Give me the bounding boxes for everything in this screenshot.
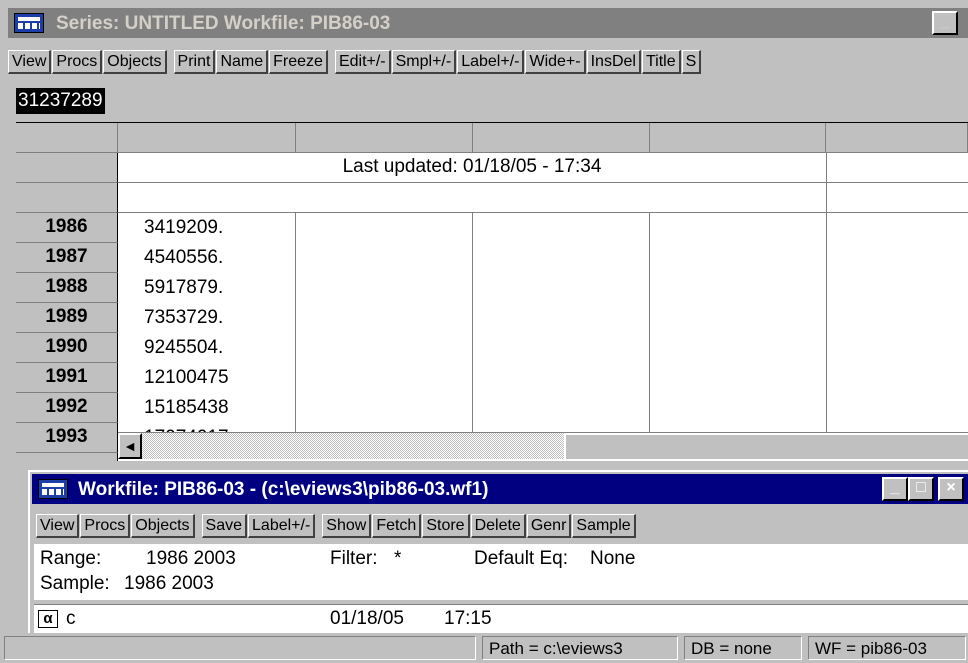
workfile-genr-button[interactable]: Genr — [526, 514, 572, 538]
column-header[interactable] — [826, 123, 968, 153]
series-spreadsheet[interactable]: Last updated: 01/18/05 - 17:34 1986 3419… — [16, 122, 968, 461]
status-bar: Path = c:\eviews3 DB = none WF = pib86-0… — [0, 633, 968, 663]
workfile-objects-button[interactable]: Objects — [131, 514, 195, 538]
workfile-close-button[interactable]: × — [938, 477, 964, 501]
workfile-titlebar[interactable]: Workfile: PIB86-03 - (c:\eviews3\pib86-0… — [32, 474, 968, 504]
row-header-year[interactable]: 1986 — [16, 213, 118, 243]
column-header[interactable] — [118, 123, 296, 153]
series-minimize-button[interactable]: _ — [932, 11, 958, 35]
last-updated-text: Last updated: 01/18/05 - 17:34 — [342, 156, 602, 177]
series-edit-button[interactable]: Edit+/- — [334, 50, 391, 74]
workfile-toolbar: View Procs Objects Save Label+/- Show Fetch Sto… — [36, 514, 637, 540]
row-header-year[interactable]: 1989 — [16, 303, 118, 333]
scrollbar-thumb[interactable] — [564, 433, 968, 459]
column-header[interactable] — [650, 123, 826, 153]
row-header[interactable] — [16, 153, 118, 183]
row-header[interactable] — [16, 453, 118, 461]
data-cell[interactable]: 5917879. — [144, 274, 223, 302]
status-db: DB = none — [684, 636, 802, 660]
status-message-panel — [4, 636, 476, 660]
data-cell[interactable]: 7353729. — [144, 304, 223, 332]
data-cell[interactable]: 4540556. — [144, 244, 223, 272]
workfile-show-button[interactable]: Show — [322, 514, 372, 538]
row-header-year[interactable]: 1992 — [16, 393, 118, 423]
workfile-save-button[interactable]: Save — [201, 514, 248, 538]
workfile-procs-button[interactable]: Procs — [80, 514, 131, 538]
status-wf: WF = pib86-03 — [808, 636, 966, 660]
column-header[interactable] — [296, 123, 473, 153]
series-view-button[interactable]: View — [8, 50, 52, 74]
eviews-window-icon[interactable] — [38, 479, 68, 499]
series-window: Series: UNTITLED Workfile: PIB86-03 _ Vi… — [0, 0, 968, 462]
default-eq-value: None — [590, 548, 636, 569]
filter-label: Filter: — [330, 548, 378, 569]
workfile-store-button[interactable]: Store — [422, 514, 470, 538]
series-name-button[interactable]: Name — [216, 50, 269, 74]
row-header-year[interactable]: 1990 — [16, 333, 118, 363]
eviews-window-icon[interactable] — [14, 13, 44, 33]
row-header-year[interactable]: 1991 — [16, 363, 118, 393]
sample-label: Sample: — [40, 573, 110, 594]
series-s-button[interactable]: S — [681, 50, 702, 74]
corner-header[interactable] — [16, 123, 118, 153]
object-time: 17:15 — [444, 608, 492, 629]
column-header[interactable] — [473, 123, 650, 153]
row-header-year[interactable]: 1987 — [16, 243, 118, 273]
workfile-fetch-button[interactable]: Fetch — [372, 514, 422, 538]
series-procs-button[interactable]: Procs — [52, 50, 103, 74]
data-cell[interactable]: 12100475 — [144, 364, 229, 392]
series-print-button[interactable]: Print — [173, 50, 216, 74]
series-objects-button[interactable]: Objects — [103, 50, 167, 74]
workfile-view-button[interactable]: View — [36, 514, 80, 538]
default-eq-label: Default Eq: — [474, 548, 568, 569]
series-toolbar: View Procs Objects Print Name Freeze Edit+/- Sm… — [8, 50, 702, 76]
workfile-info-panel: Range: 1986 2003 Filter: * Default Eq: N… — [34, 544, 968, 600]
range-label: Range: — [40, 548, 102, 569]
series-insdel-button[interactable]: InsDel — [586, 50, 641, 74]
workfile-object-list[interactable]: α c 01/18/05 17:15 — [34, 604, 968, 635]
series-wide-button[interactable]: Wide+- — [525, 50, 586, 74]
filter-value[interactable]: * — [394, 548, 401, 570]
cell-edit-field[interactable]: 31237289 — [16, 88, 105, 114]
series-title: Series: UNTITLED Workfile: PIB86-03 — [56, 13, 391, 34]
scroll-left-arrow-icon[interactable]: ◄ — [118, 433, 142, 459]
row-header-year[interactable]: 1993 — [16, 423, 118, 453]
object-date: 01/18/05 — [330, 608, 404, 629]
status-path: Path = c:\eviews3 — [482, 636, 678, 660]
horizontal-scrollbar[interactable]: ◄ — [118, 432, 968, 459]
series-title-button[interactable]: Title — [641, 50, 681, 74]
workfile-maximize-button[interactable]: □ — [908, 477, 934, 501]
sample-value[interactable]: 1986 2003 — [124, 573, 214, 595]
workfile-window: Workfile: PIB86-03 - (c:\eviews3\pib86-0… — [28, 470, 968, 637]
alpha-icon[interactable]: α — [38, 610, 58, 628]
row-header[interactable] — [16, 183, 118, 213]
range-value[interactable]: 1986 2003 — [146, 548, 236, 570]
data-cell[interactable]: 3419209. — [144, 214, 223, 242]
series-label-button[interactable]: Label+/- — [457, 50, 525, 74]
workfile-minimize-button[interactable]: _ — [882, 477, 908, 501]
row-header-year[interactable]: 1988 — [16, 273, 118, 303]
data-cell[interactable]: 9245504. — [144, 334, 223, 362]
workfile-label-button[interactable]: Label+/- — [248, 514, 316, 538]
series-smpl-button[interactable]: Smpl+/- — [391, 50, 457, 74]
series-freeze-button[interactable]: Freeze — [269, 50, 328, 74]
object-name[interactable]: c — [66, 608, 76, 630]
workfile-delete-button[interactable]: Delete — [470, 514, 526, 538]
workfile-sample-button[interactable]: Sample — [572, 514, 636, 538]
workfile-title: Workfile: PIB86-03 - (c:\eviews3\pib86-0… — [78, 479, 489, 500]
data-cell[interactable]: 15185438 — [144, 394, 229, 422]
series-titlebar[interactable]: Series: UNTITLED Workfile: PIB86-03 _ — [8, 8, 968, 38]
